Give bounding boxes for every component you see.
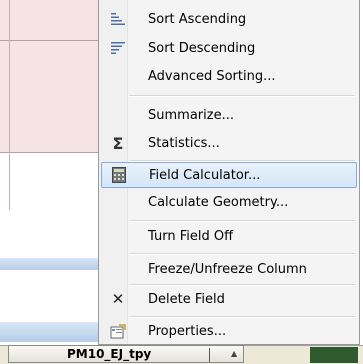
column-divider[interactable]	[209, 348, 210, 362]
row-divider	[0, 40, 98, 41]
sort-ascending-icon	[109, 10, 127, 28]
menu-item-label: Sort Descending	[148, 40, 256, 56]
properties-icon	[109, 322, 127, 340]
field-context-menu: Sort Ascending Sort Descending Advanced …	[98, 0, 360, 345]
sort-descending-icon	[109, 39, 127, 57]
menu-item-calculate-geometry[interactable]: Calculate Geometry...	[101, 189, 357, 215]
menu-item-advanced-sorting[interactable]: Advanced Sorting...	[101, 63, 357, 89]
column-header-label: PM10_EJ_tpy	[67, 347, 152, 361]
menu-separator	[129, 220, 355, 222]
attribute-table-background	[0, 0, 98, 363]
menu-item-label: Calculate Geometry...	[148, 194, 289, 210]
menu-item-label: Properties...	[148, 323, 227, 339]
menu-separator	[129, 95, 355, 97]
column-divider	[9, 0, 10, 210]
delete-x-icon: ✕	[111, 290, 125, 308]
background-map-area	[310, 347, 358, 363]
menu-item-label: Freeze/Unfreeze Column	[148, 261, 307, 277]
menu-item-label: Field Calculator...	[149, 167, 261, 183]
menu-separator	[129, 253, 355, 255]
sort-arrow-icon: ▲	[231, 349, 238, 358]
selected-row-bar[interactable]	[0, 322, 98, 342]
menu-item-label: Turn Field Off	[148, 228, 234, 244]
table-row[interactable]	[0, 0, 98, 152]
menu-item-label: Sort Ascending	[148, 11, 247, 27]
menu-item-label: Delete Field	[148, 291, 225, 307]
menu-item-sort-ascending[interactable]: Sort Ascending	[101, 6, 357, 32]
menu-item-delete-field[interactable]: ✕ Delete Field	[101, 286, 357, 312]
menu-item-freeze-unfreeze-column[interactable]: Freeze/Unfreeze Column	[101, 256, 357, 282]
menu-item-properties[interactable]: Properties...	[101, 318, 357, 344]
menu-item-statistics[interactable]: Σ Statistics...	[101, 130, 357, 156]
menu-item-label: Advanced Sorting...	[148, 68, 276, 84]
selected-row-bar[interactable]	[0, 258, 98, 270]
menu-item-sort-descending[interactable]: Sort Descending	[101, 35, 357, 61]
calculator-icon	[110, 166, 128, 184]
menu-item-label: Statistics...	[148, 135, 220, 151]
menu-item-turn-field-off[interactable]: Turn Field Off	[101, 223, 357, 249]
column-header[interactable]: PM10_EJ_tpy ▲	[8, 345, 244, 363]
sigma-icon: Σ	[112, 133, 124, 153]
menu-item-summarize[interactable]: Summarize...	[101, 102, 357, 128]
menu-item-field-calculator[interactable]: Field Calculator...	[101, 162, 357, 188]
row-divider	[0, 152, 98, 153]
menu-item-label: Summarize...	[148, 107, 234, 123]
